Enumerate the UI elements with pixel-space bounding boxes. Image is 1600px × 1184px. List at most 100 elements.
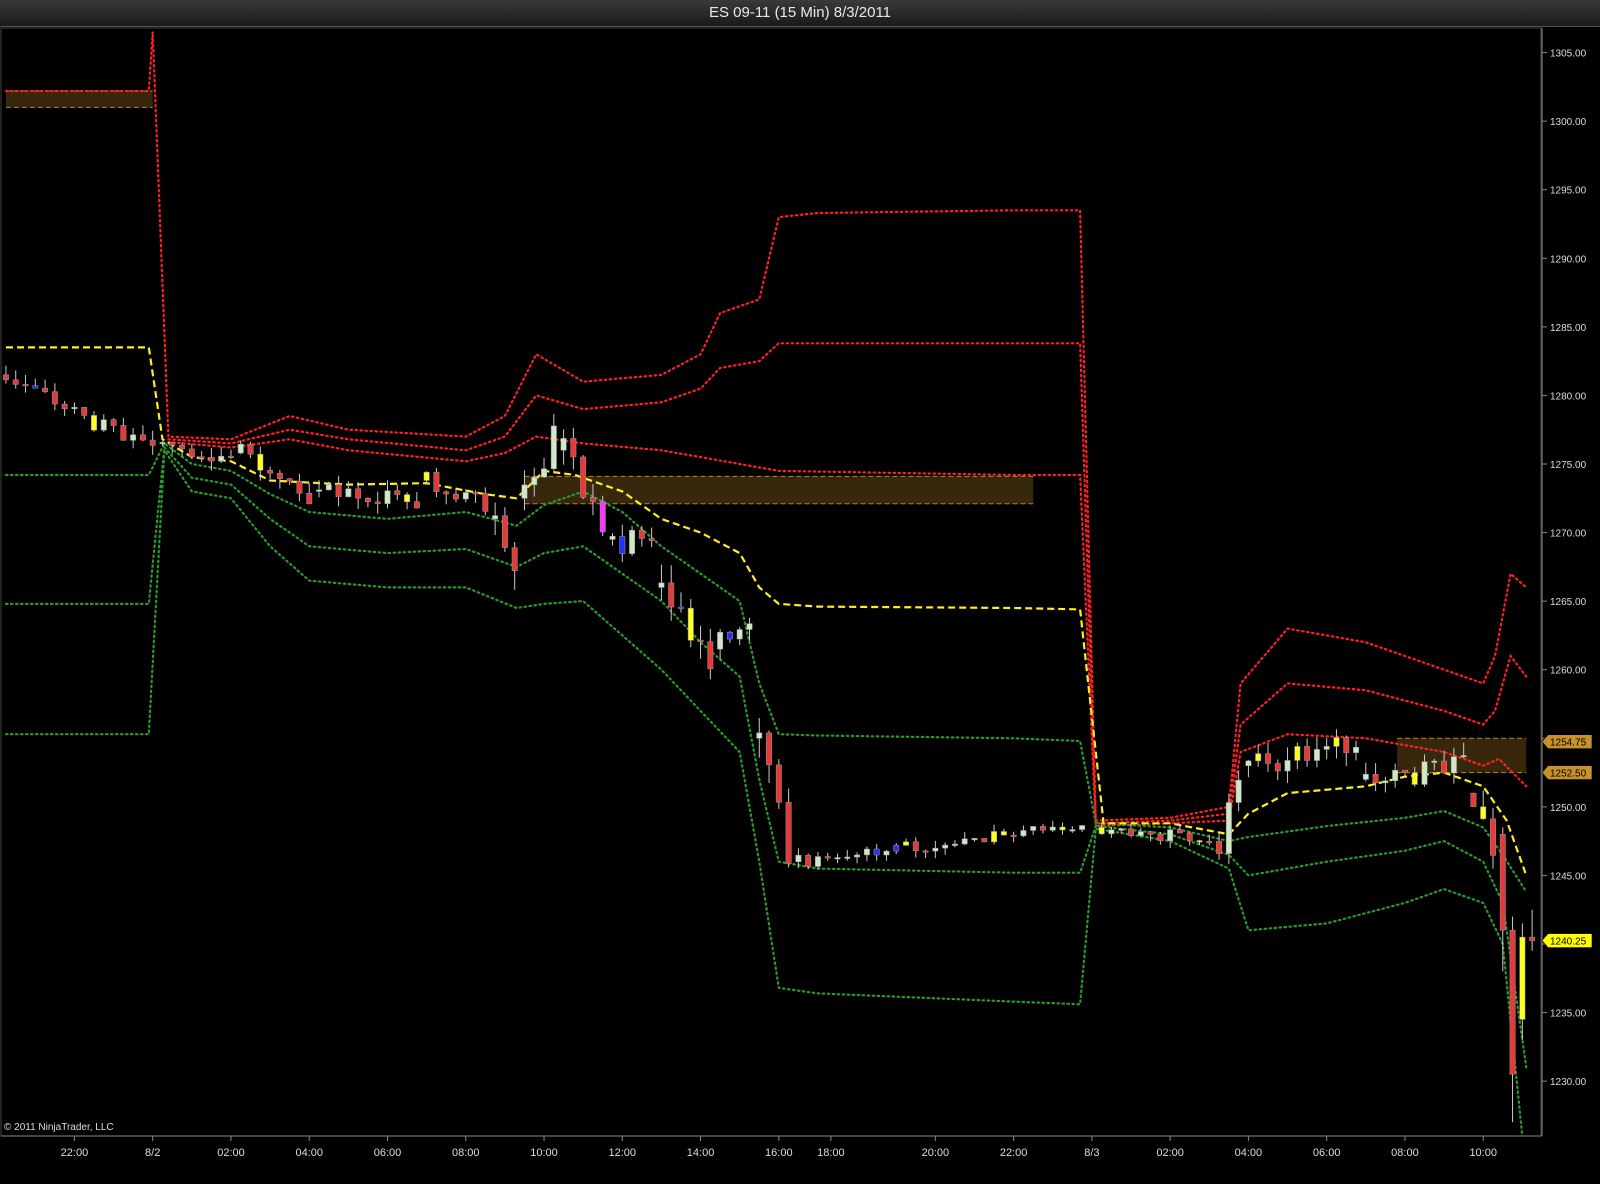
- candle-body: [364, 497, 371, 503]
- candle-body: [218, 455, 225, 462]
- candle-body: [71, 407, 78, 410]
- price-tick-label: 1280.00: [1550, 391, 1587, 402]
- candle-body: [1040, 826, 1046, 831]
- candle-body: [492, 515, 499, 520]
- candle-body: [1196, 840, 1203, 843]
- candle-body: [560, 438, 567, 451]
- candle-body: [1529, 936, 1536, 941]
- candle-body: [306, 493, 313, 505]
- price-tick-label: 1295.00: [1550, 186, 1587, 197]
- copyright-text: © 2011 NinjaTrader, LLC: [4, 1122, 114, 1133]
- candle-body: [883, 850, 890, 856]
- candle-body: [1000, 831, 1007, 836]
- candle-body: [1265, 753, 1271, 764]
- time-tick-label: 18:00: [817, 1147, 845, 1159]
- candle-body: [912, 841, 919, 852]
- price-tag-label: 1240.25: [1550, 937, 1587, 948]
- candle-body: [648, 538, 655, 541]
- candle-body: [590, 497, 596, 502]
- candle-body: [1304, 746, 1311, 761]
- time-tick-label: 06:00: [1313, 1147, 1341, 1159]
- candle-body: [1186, 832, 1193, 841]
- candle-body: [854, 854, 861, 858]
- price-tick-label: 1300.00: [1550, 117, 1587, 128]
- candle-body: [1255, 753, 1262, 762]
- time-tick-label: 08:00: [1391, 1147, 1419, 1159]
- candle-body: [169, 442, 176, 446]
- candle-body: [785, 801, 792, 864]
- price-tag: 1252.50: [1541, 765, 1593, 780]
- time-tick-label: 04:00: [1235, 1147, 1263, 1159]
- time-tick-label: 22:00: [1000, 1147, 1028, 1159]
- candle-body: [932, 847, 939, 852]
- candle-body: [668, 582, 675, 608]
- candle-body: [1509, 930, 1516, 1075]
- price-tag-label: 1254.75: [1550, 738, 1587, 749]
- candle-body: [325, 484, 332, 491]
- candle-body: [3, 374, 9, 381]
- supply-demand-zones: [5, 90, 1527, 774]
- zone-box: [5, 90, 153, 108]
- chart-window: ES 09-11 (15 Min) 8/3/2011 1305.00 1300.0…: [0, 0, 1600, 1184]
- time-tick-label: 14:00: [687, 1147, 715, 1159]
- time-tick-label: 16:00: [765, 1147, 793, 1159]
- candle-body: [658, 582, 665, 588]
- candle-body: [942, 844, 949, 849]
- candle-body: [1069, 829, 1076, 832]
- candle-body: [873, 848, 880, 856]
- price-chart[interactable]: 1305.00 1300.00 1295.00 1290.00 1285.00 1280.…: [0, 26, 1600, 1184]
- time-tick-label: 06:00: [374, 1147, 402, 1159]
- candle-body: [756, 732, 763, 739]
- candle-body: [316, 489, 322, 492]
- candle-body: [638, 529, 645, 539]
- candle-body: [237, 443, 244, 454]
- candle-body: [1402, 769, 1408, 774]
- candle-body: [286, 478, 293, 482]
- time-tick-label: 10:00: [530, 1147, 558, 1159]
- candle-body: [433, 471, 440, 492]
- candle-body: [394, 490, 401, 495]
- candle-body: [501, 515, 508, 548]
- time-tick-label: 08:00: [452, 1147, 480, 1159]
- candle-body: [619, 535, 626, 554]
- price-tick-label: 1290.00: [1550, 254, 1587, 265]
- candle-body: [1147, 831, 1154, 835]
- time-tick-label: 02:00: [217, 1147, 245, 1159]
- candle-body: [374, 501, 381, 504]
- candle-body: [1098, 827, 1105, 835]
- candle-body: [81, 407, 88, 416]
- candle-body: [462, 492, 469, 500]
- time-tick-label: 02:00: [1156, 1147, 1184, 1159]
- price-tick-label: 1270.00: [1550, 529, 1587, 540]
- vwap-line: [6, 346, 1528, 876]
- candle-body: [961, 838, 968, 845]
- candle-body: [1020, 830, 1027, 837]
- candle-body: [1411, 772, 1418, 785]
- candle-body: [1343, 737, 1350, 753]
- price-tick-label: 1245.00: [1550, 871, 1587, 882]
- candle-body: [766, 732, 772, 766]
- candle-body: [736, 629, 743, 640]
- time-tick-label: 04:00: [295, 1147, 323, 1159]
- band-line: [167, 342, 1528, 825]
- candle-body: [110, 419, 117, 426]
- candle-body: [1157, 834, 1164, 841]
- candle-body: [51, 391, 58, 405]
- candle-body: [355, 488, 362, 499]
- grid-layer: [0, 27, 1542, 1137]
- candle-body: [991, 831, 997, 843]
- candle-body: [1010, 834, 1017, 837]
- candle-body: [130, 434, 137, 441]
- candle-body: [1274, 763, 1281, 772]
- candle-body: [276, 472, 283, 479]
- price-tick-label: 1285.00: [1550, 323, 1587, 334]
- candle-body: [335, 484, 342, 497]
- time-tick-label: 10:00: [1469, 1147, 1497, 1159]
- candle-body: [345, 488, 352, 497]
- candle-body: [1323, 746, 1330, 750]
- time-tick-label: 20:00: [922, 1147, 950, 1159]
- candle-body: [404, 494, 411, 502]
- candle-body: [1499, 834, 1506, 931]
- candle-body: [511, 547, 518, 571]
- vwap-polyline: [6, 346, 1528, 876]
